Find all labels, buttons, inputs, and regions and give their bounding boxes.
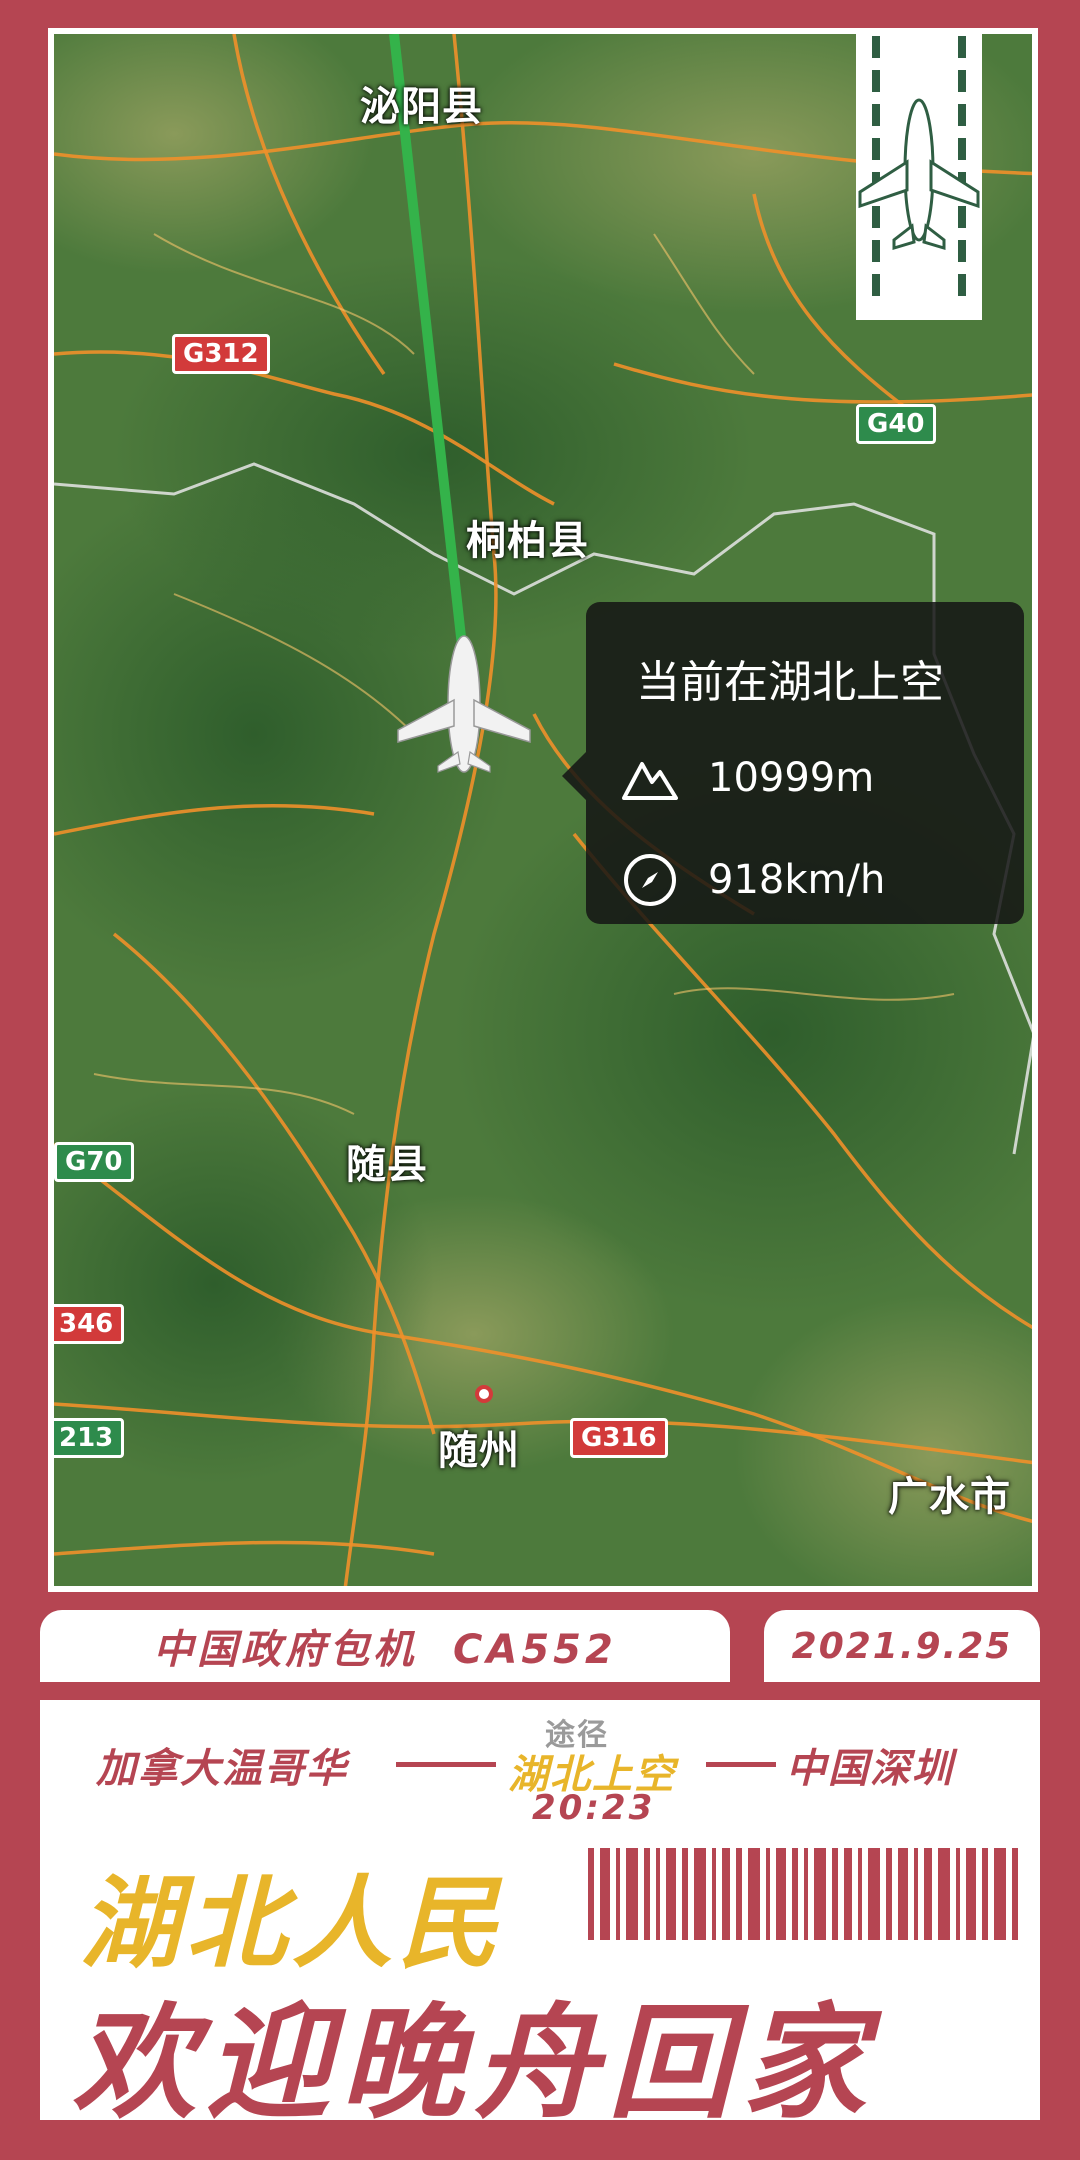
place-tongbai: 桐柏县 — [466, 518, 589, 564]
place-guangshui: 广水市 — [888, 1474, 1011, 1520]
shield-g316: G316 — [570, 1418, 668, 1458]
flight-label: 中国政府包机 CA552 — [153, 1627, 617, 1673]
runway-badge — [856, 30, 982, 320]
shield-g70: G70 — [54, 1142, 134, 1182]
ticket-card: 加拿大温哥华 途径 湖北上空 20:23 中国深圳 湖北人民 欢迎晚舟回家 — [40, 1700, 1040, 2136]
barcode-graphic — [588, 1848, 1018, 1940]
flight-date: 2021.9.25 — [791, 1625, 1013, 1667]
mountain-icon — [622, 750, 678, 806]
place-suizhou: 随州 — [438, 1428, 520, 1474]
destination-city: 中国深圳 — [786, 1746, 954, 1792]
shield-213: 213 — [54, 1418, 125, 1458]
compass-icon — [622, 852, 678, 908]
date-tab: 2021.9.25 — [764, 1610, 1040, 1682]
altitude-row: 10999m — [622, 750, 874, 806]
popup-title: 当前在湖北上空 — [636, 657, 944, 708]
place-biyang: 泌阳县 — [360, 84, 483, 130]
slogan-line-2: 欢迎晚舟回家 — [72, 1992, 877, 2136]
altitude-value: 10999m — [708, 755, 875, 801]
flight-info-popup: 当前在湖北上空 10999m 918km/h — [562, 602, 1024, 924]
shield-g312: G312 — [172, 334, 270, 374]
flight-label-tab: 中国政府包机 CA552 — [40, 1610, 730, 1682]
place-suixian: 随县 — [346, 1142, 428, 1188]
shield-346: 346 — [54, 1304, 125, 1344]
airplane-runway-icon — [858, 36, 980, 296]
speed-row: 918km/h — [622, 852, 885, 908]
route-line-right — [706, 1762, 776, 1767]
via-time: 20:23 — [532, 1788, 656, 1828]
speed-value: 918km/h — [708, 857, 886, 903]
route-line-left — [396, 1762, 496, 1767]
origin-city: 加拿大温哥华 — [96, 1746, 348, 1792]
shield-g40: G40 — [856, 404, 936, 444]
